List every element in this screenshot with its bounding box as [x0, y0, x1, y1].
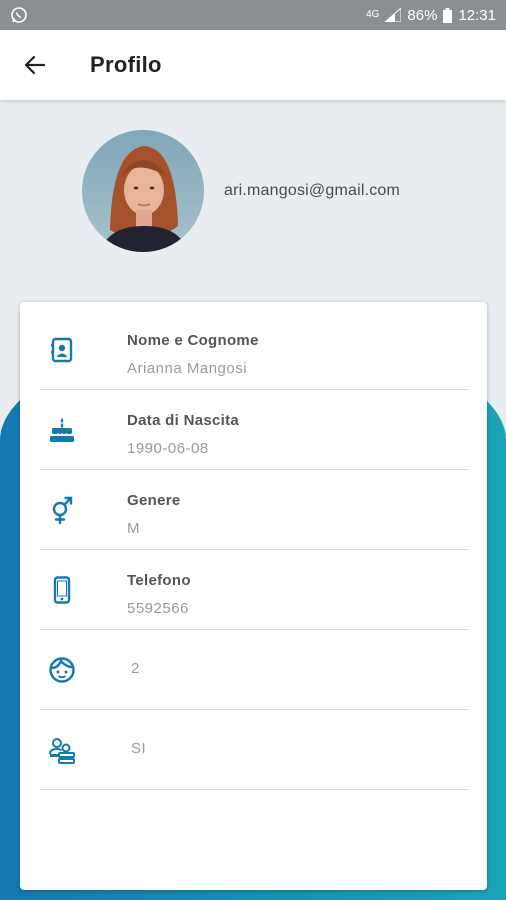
people-icon	[49, 738, 75, 764]
child-face-icon	[49, 657, 75, 683]
arrow-left-icon	[24, 55, 46, 75]
field-value: Arianna Mangosi	[127, 360, 248, 377]
clock: 12:31	[458, 6, 496, 24]
back-button[interactable]	[0, 30, 70, 100]
status-bar: 4G 86% 12:31	[0, 0, 506, 30]
phone-icon	[53, 576, 71, 604]
field-label: Telefono	[127, 572, 191, 589]
user-email: ari.mangosi@gmail.com	[224, 182, 401, 199]
contact-card-icon	[51, 337, 73, 363]
avatar[interactable]	[82, 130, 204, 252]
status-left	[10, 6, 28, 24]
field-children: 2	[40, 630, 468, 710]
battery-icon	[443, 7, 453, 23]
network-type: 4G	[366, 9, 380, 20]
field-value: SI	[131, 740, 147, 757]
field-group: SI	[40, 710, 468, 790]
app-bar: Profilo	[0, 30, 506, 100]
status-right: 4G 86% 12:31	[366, 7, 496, 24]
signal-icon	[385, 8, 402, 22]
field-value: M	[127, 520, 140, 537]
page-title: Profilo	[90, 52, 162, 77]
profile-card: Nome e Cognome Arianna Mangosi Data di N…	[20, 302, 487, 890]
field-gender: Genere M	[40, 470, 468, 550]
field-value: 5592566	[127, 600, 189, 617]
profile-header: ari.mangosi@gmail.com	[82, 130, 400, 252]
field-phone: Telefono 5592566	[40, 550, 468, 630]
whatsapp-icon	[11, 7, 27, 23]
field-name: Nome e Cognome Arianna Mangosi	[40, 310, 468, 390]
battery-level: 86%	[407, 6, 438, 24]
field-value: 1990-06-08	[127, 440, 209, 457]
gender-icon	[52, 496, 73, 524]
field-value: 2	[131, 660, 140, 677]
field-label: Nome e Cognome	[127, 332, 259, 349]
field-birthdate: Data di Nascita 1990-06-08	[40, 390, 468, 470]
field-label: Data di Nascita	[127, 412, 240, 429]
birthday-cake-icon	[50, 418, 74, 442]
field-label: Genere	[127, 492, 181, 509]
